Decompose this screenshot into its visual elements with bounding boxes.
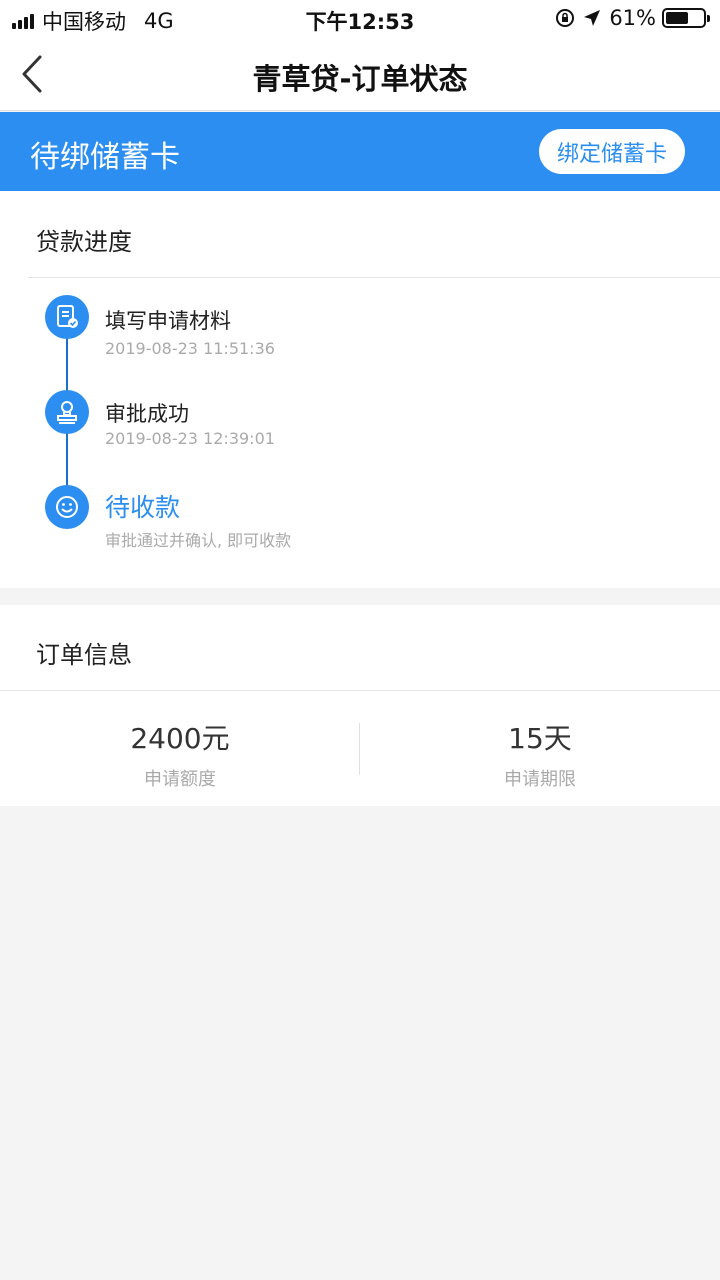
step-description: 审批通过并确认, 即可收款 — [105, 531, 292, 550]
battery-fill — [666, 12, 688, 24]
step-title-current: 待收款 — [105, 493, 181, 522]
banner-title: 待绑储蓄卡 — [30, 140, 180, 175]
battery-icon — [662, 8, 710, 28]
amount-value: 2400元 — [130, 722, 230, 755]
amount-label: 申请额度 — [144, 769, 216, 790]
step-timestamp: 2019-08-23 12:39:01 — [105, 429, 275, 448]
status-right: 61% — [555, 6, 710, 30]
step-timestamp: 2019-08-23 11:51:36 — [105, 339, 275, 358]
progress-divider — [28, 277, 720, 278]
network-type: 4G — [144, 9, 174, 33]
step-title: 审批成功 — [105, 402, 189, 426]
loan-progress-card: 贷款进度 填写申请材料 2019-08-23 11:51:36 审批成功 201… — [0, 191, 720, 588]
step-title: 填写申请材料 — [105, 309, 231, 333]
term-stat: 15天 申请期限 — [360, 717, 720, 791]
signal-icon — [12, 13, 36, 29]
rotation-lock-icon — [556, 9, 575, 27]
smiley-icon — [45, 485, 89, 529]
status-bar: 中国移动 4G 下午12:53 61% — [0, 0, 720, 38]
status-banner: 待绑储蓄卡 绑定储蓄卡 — [0, 112, 720, 191]
battery-percent: 61% — [609, 6, 656, 30]
screen: 中国移动 4G 下午12:53 61% 青草贷-订单状态 待绑储蓄卡 绑定储蓄卡… — [0, 0, 720, 1280]
status-left: 中国移动 4G — [12, 6, 174, 36]
bind-card-button[interactable]: 绑定储蓄卡 — [539, 129, 685, 174]
document-check-icon — [45, 295, 89, 339]
location-arrow-icon — [584, 10, 601, 26]
order-divider — [0, 690, 720, 691]
term-label: 申请期限 — [504, 769, 576, 790]
page-title: 青草贷-订单状态 — [252, 62, 468, 96]
amount-stat: 2400元 申请额度 — [0, 717, 360, 791]
order-info-card: 订单信息 2400元 申请额度 15天 申请期限 — [0, 605, 720, 806]
progress-section-title: 贷款进度 — [36, 228, 132, 256]
carrier-name: 中国移动 — [42, 10, 126, 34]
term-value: 15天 — [508, 722, 572, 755]
order-section-title: 订单信息 — [36, 641, 132, 669]
nav-bar: 青草贷-订单状态 — [0, 38, 720, 111]
stamp-icon — [45, 390, 89, 434]
